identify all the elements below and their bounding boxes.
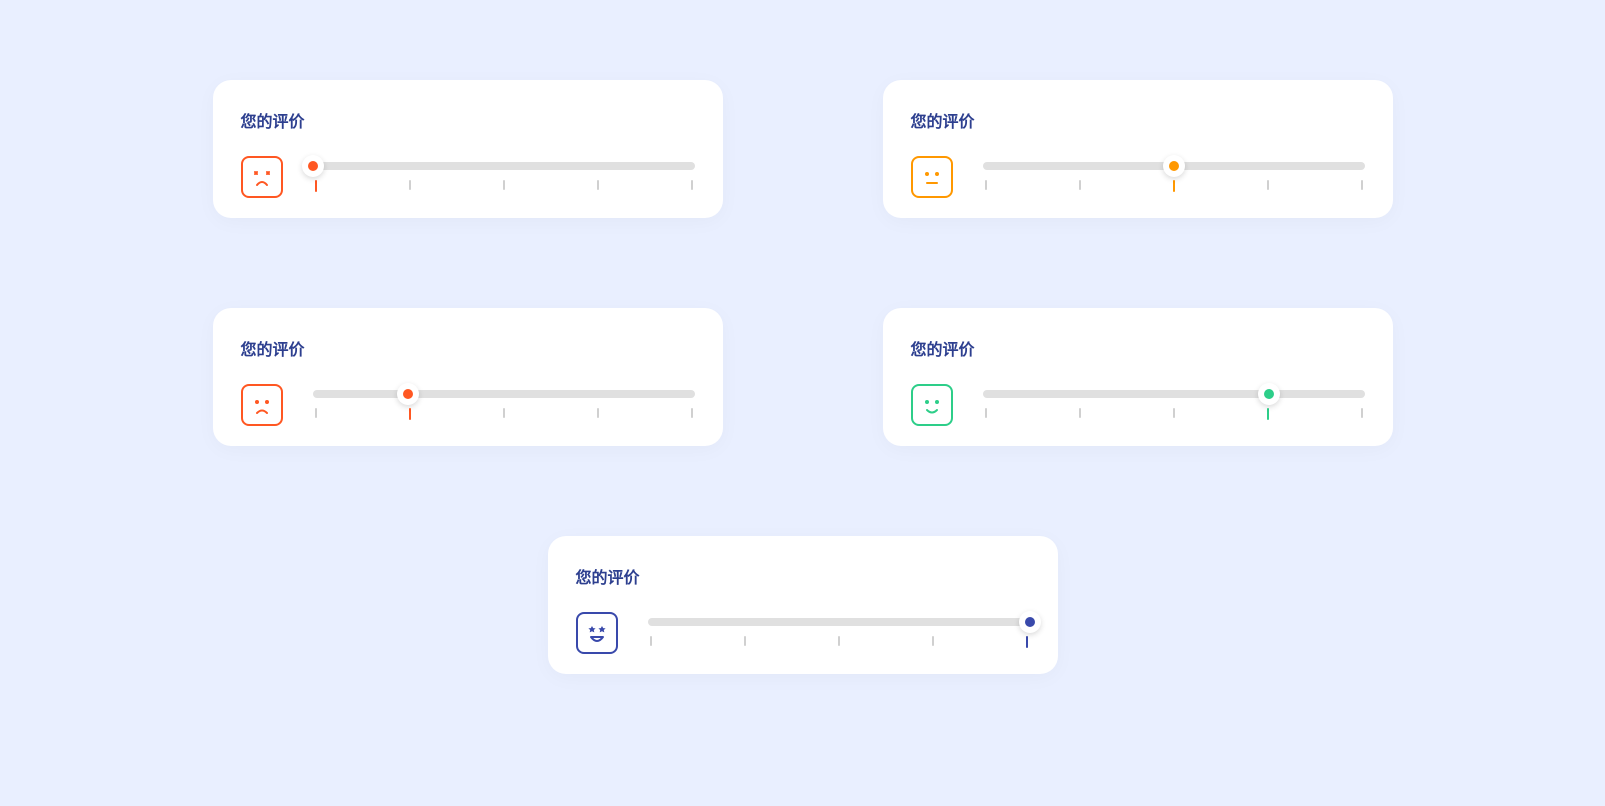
card-title: 您的评价 xyxy=(241,108,695,132)
card-title: 您的评价 xyxy=(911,108,1365,132)
rating-slider[interactable] xyxy=(983,390,1365,398)
slider-handle[interactable] xyxy=(1163,155,1185,177)
card-title: 您的评价 xyxy=(241,336,695,360)
slider-tick xyxy=(597,180,599,190)
slider-ticks xyxy=(983,408,1365,420)
slider-tick xyxy=(503,180,505,190)
slider-row xyxy=(241,156,695,198)
slider-row xyxy=(911,384,1365,426)
slider-tick xyxy=(691,180,693,190)
slider-wrap xyxy=(313,162,695,192)
rating-slider[interactable] xyxy=(983,162,1365,170)
slider-tick xyxy=(1267,408,1269,420)
rating-card-5: 您的评价 xyxy=(548,536,1058,674)
slider-tick xyxy=(985,180,987,190)
slider-tick xyxy=(409,180,411,190)
slider-wrap xyxy=(313,390,695,420)
slider-tick xyxy=(838,636,840,646)
neutral-face-icon xyxy=(911,156,953,198)
rating-card-3: 您的评价 xyxy=(213,308,723,446)
card-title: 您的评价 xyxy=(576,564,1030,588)
slider-handle[interactable] xyxy=(397,383,419,405)
slider-ticks xyxy=(983,180,1365,192)
slider-tick xyxy=(1361,180,1363,190)
slider-handle[interactable] xyxy=(1019,611,1041,633)
grin-face-icon xyxy=(576,612,618,654)
slider-wrap xyxy=(648,618,1030,648)
rating-slider[interactable] xyxy=(313,162,695,170)
slider-tick xyxy=(315,408,317,418)
slider-row xyxy=(911,156,1365,198)
slider-tick xyxy=(1173,408,1175,418)
smile-face-icon xyxy=(911,384,953,426)
slider-handle[interactable] xyxy=(302,155,324,177)
card-title: 您的评价 xyxy=(911,336,1365,360)
slider-tick xyxy=(315,180,317,192)
slider-tick xyxy=(650,636,652,646)
slider-ticks xyxy=(313,180,695,192)
rating-card-2: 您的评价 xyxy=(883,80,1393,218)
slider-handle[interactable] xyxy=(1258,383,1280,405)
slider-row xyxy=(241,384,695,426)
slider-tick xyxy=(1079,408,1081,418)
slider-tick xyxy=(1173,180,1175,192)
rating-card-4: 您的评价 xyxy=(883,308,1393,446)
slider-tick xyxy=(503,408,505,418)
sad-face-icon xyxy=(241,156,283,198)
slider-tick xyxy=(1361,408,1363,418)
slider-wrap xyxy=(983,390,1365,420)
slider-tick xyxy=(1026,636,1028,648)
slider-tick xyxy=(597,408,599,418)
slider-tick xyxy=(691,408,693,418)
slider-row xyxy=(576,612,1030,654)
slider-tick xyxy=(932,636,934,646)
slider-fill xyxy=(983,388,1270,400)
slider-tick xyxy=(744,636,746,646)
slider-fill xyxy=(648,616,1030,628)
frown-face-icon xyxy=(241,384,283,426)
slider-fill xyxy=(313,388,409,400)
slider-wrap xyxy=(983,162,1365,192)
slider-tick xyxy=(1079,180,1081,190)
slider-fill xyxy=(983,160,1174,172)
slider-tick xyxy=(409,408,411,420)
slider-tick xyxy=(1267,180,1269,190)
rating-slider[interactable] xyxy=(648,618,1030,626)
slider-ticks xyxy=(648,636,1030,648)
slider-tick xyxy=(985,408,987,418)
rating-slider[interactable] xyxy=(313,390,695,398)
rating-card-1: 您的评价 xyxy=(213,80,723,218)
slider-ticks xyxy=(313,408,695,420)
